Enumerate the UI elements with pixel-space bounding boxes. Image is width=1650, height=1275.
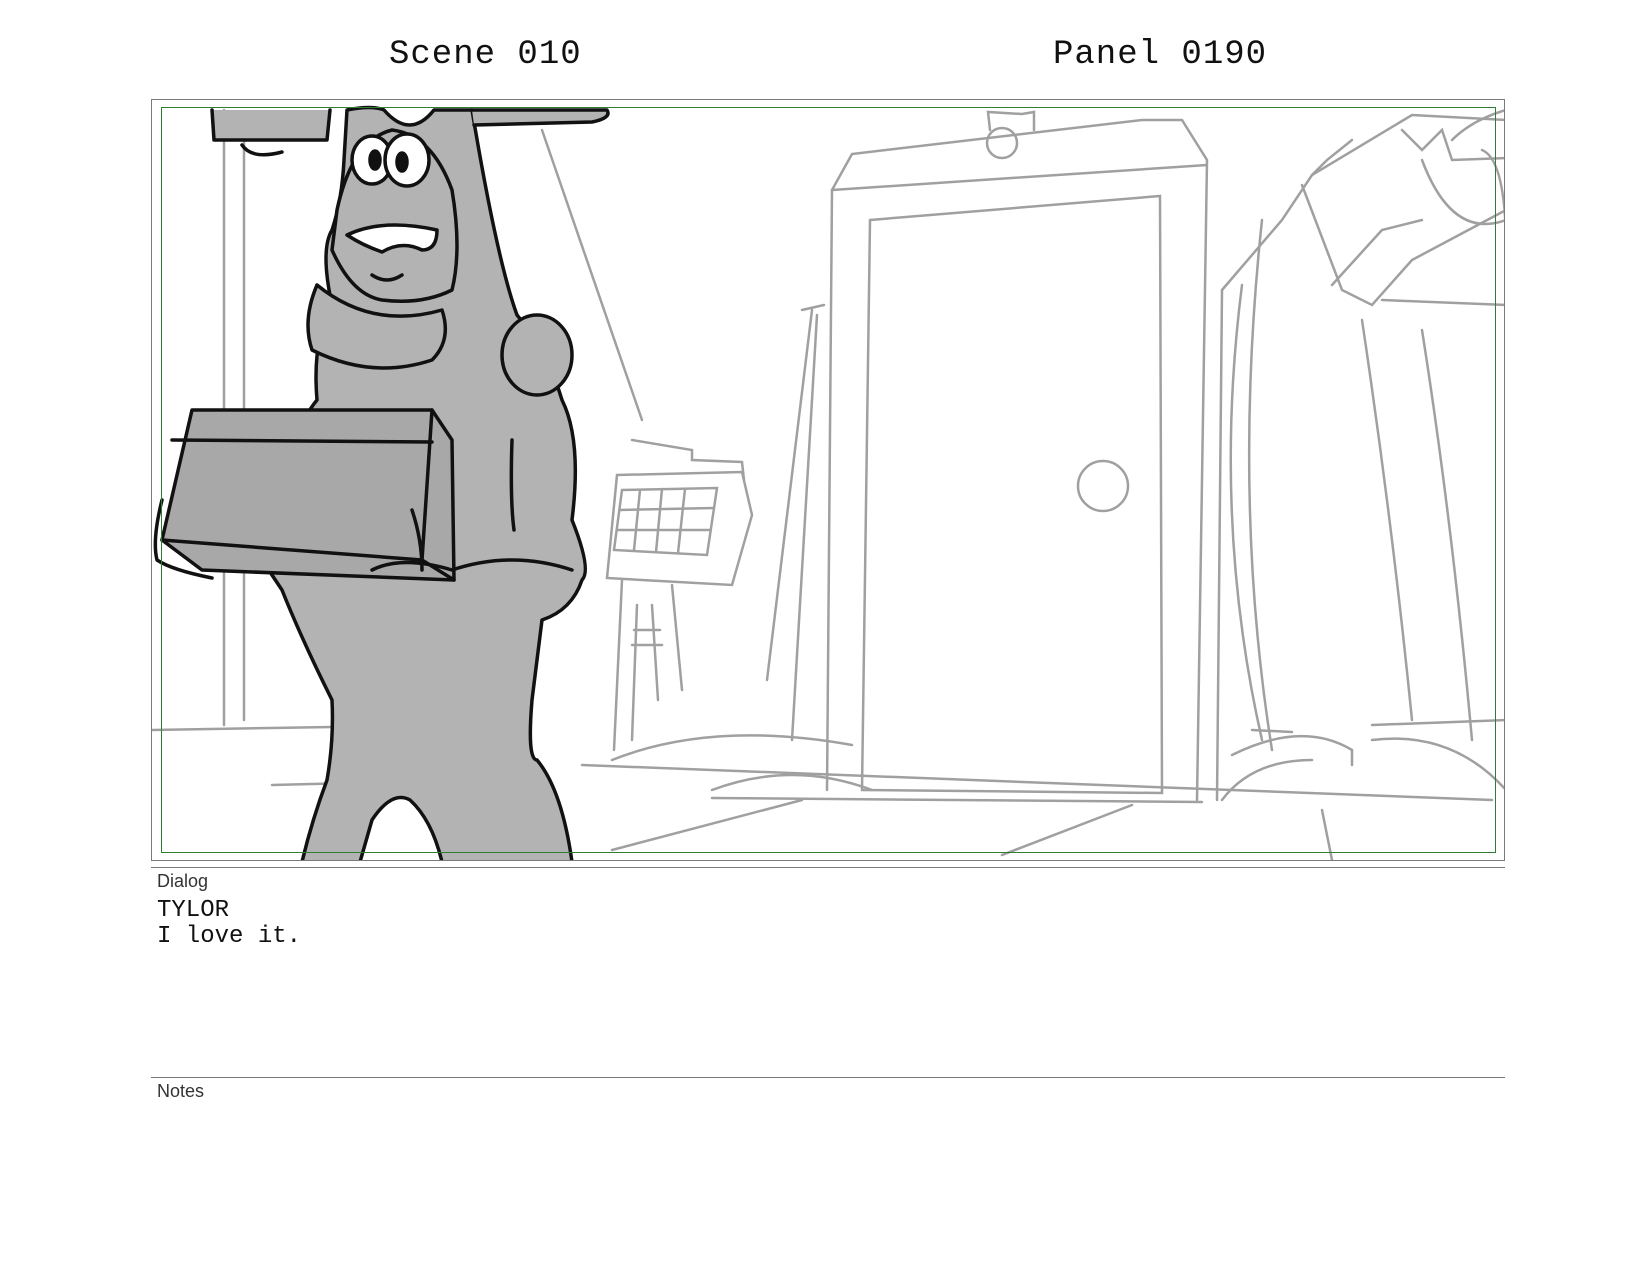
notes-section-label: Notes xyxy=(157,1081,205,1101)
storyboard-sketch xyxy=(152,105,1504,860)
notes-divider xyxy=(151,1077,1505,1078)
panel-number: Panel 0190 xyxy=(1053,36,1268,74)
scene-number: Scene 010 xyxy=(389,36,582,74)
dialog-section-label: Dialog xyxy=(157,871,209,891)
storyboard-panel-frame xyxy=(151,99,1505,861)
dialog-line: I love it. xyxy=(157,923,302,950)
dialog-divider xyxy=(151,867,1505,868)
dialog-speaker: TYLOR xyxy=(157,897,230,924)
